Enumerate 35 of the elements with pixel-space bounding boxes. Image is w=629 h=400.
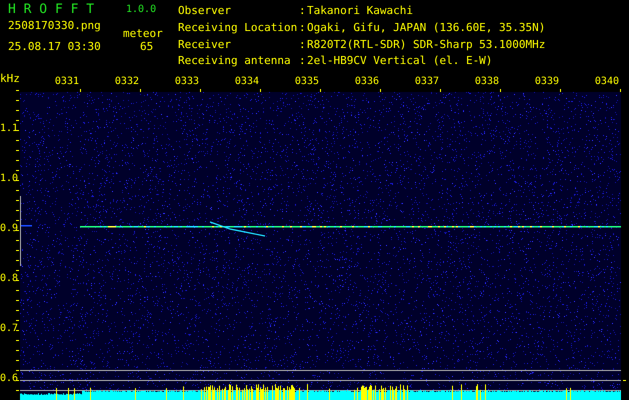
info-value: Takanori Kawachi xyxy=(307,5,414,19)
frequency-tick-label: 1.0 xyxy=(0,173,18,184)
frequency-tick-label: 0.9 xyxy=(0,223,18,234)
tick-mark-icon xyxy=(623,380,626,381)
time-tick-label: 0336 xyxy=(354,76,379,87)
filename-label: 2508170330.png xyxy=(8,19,101,32)
meteor-label: meteor xyxy=(123,27,163,40)
datetime-label: 25.08.17 03:30 xyxy=(8,40,101,53)
info-separator: : xyxy=(299,55,307,70)
info-label: Receiving antenna xyxy=(178,55,292,70)
info-value: 2el-HB9CV Vertical (el. E-W) xyxy=(307,55,494,70)
info-label: Receiver xyxy=(178,38,232,52)
info-separator: : xyxy=(299,22,307,36)
info-separator: : xyxy=(299,5,307,19)
info-label: Observer xyxy=(178,5,232,19)
time-tick-label: 0337 xyxy=(414,76,439,87)
time-tick-label: 0334 xyxy=(234,76,259,87)
time-tick-label: 0335 xyxy=(294,76,319,87)
info-value: Ogaki, Gifu, JAPAN (136.60E, 35.35N) xyxy=(307,22,546,36)
frequency-tick-label: 0.6 xyxy=(0,373,18,384)
unit-label: kHz xyxy=(0,72,20,85)
info-separator: : xyxy=(299,38,307,52)
time-tick-label: 0332 xyxy=(114,76,139,87)
version-label: 1.0.0 xyxy=(126,4,156,15)
frequency-tick-label: 0.8 xyxy=(0,273,18,284)
time-tick-label: 0333 xyxy=(174,76,199,87)
time-tick-label: 0340 xyxy=(594,76,619,87)
frequency-tick-label: 0.7 xyxy=(0,323,18,334)
info-value: R820T2(RTL-SDR) SDR-Sharp 53.1000MHz xyxy=(307,38,546,52)
time-tick-label: 0331 xyxy=(54,76,79,87)
info-label: Receiving Location xyxy=(178,22,298,36)
time-tick-label: 0338 xyxy=(474,76,499,87)
app-title: H R O F F T xyxy=(8,2,94,17)
time-tick-label: 0339 xyxy=(534,76,559,87)
meteor-count: 65 xyxy=(140,40,154,53)
